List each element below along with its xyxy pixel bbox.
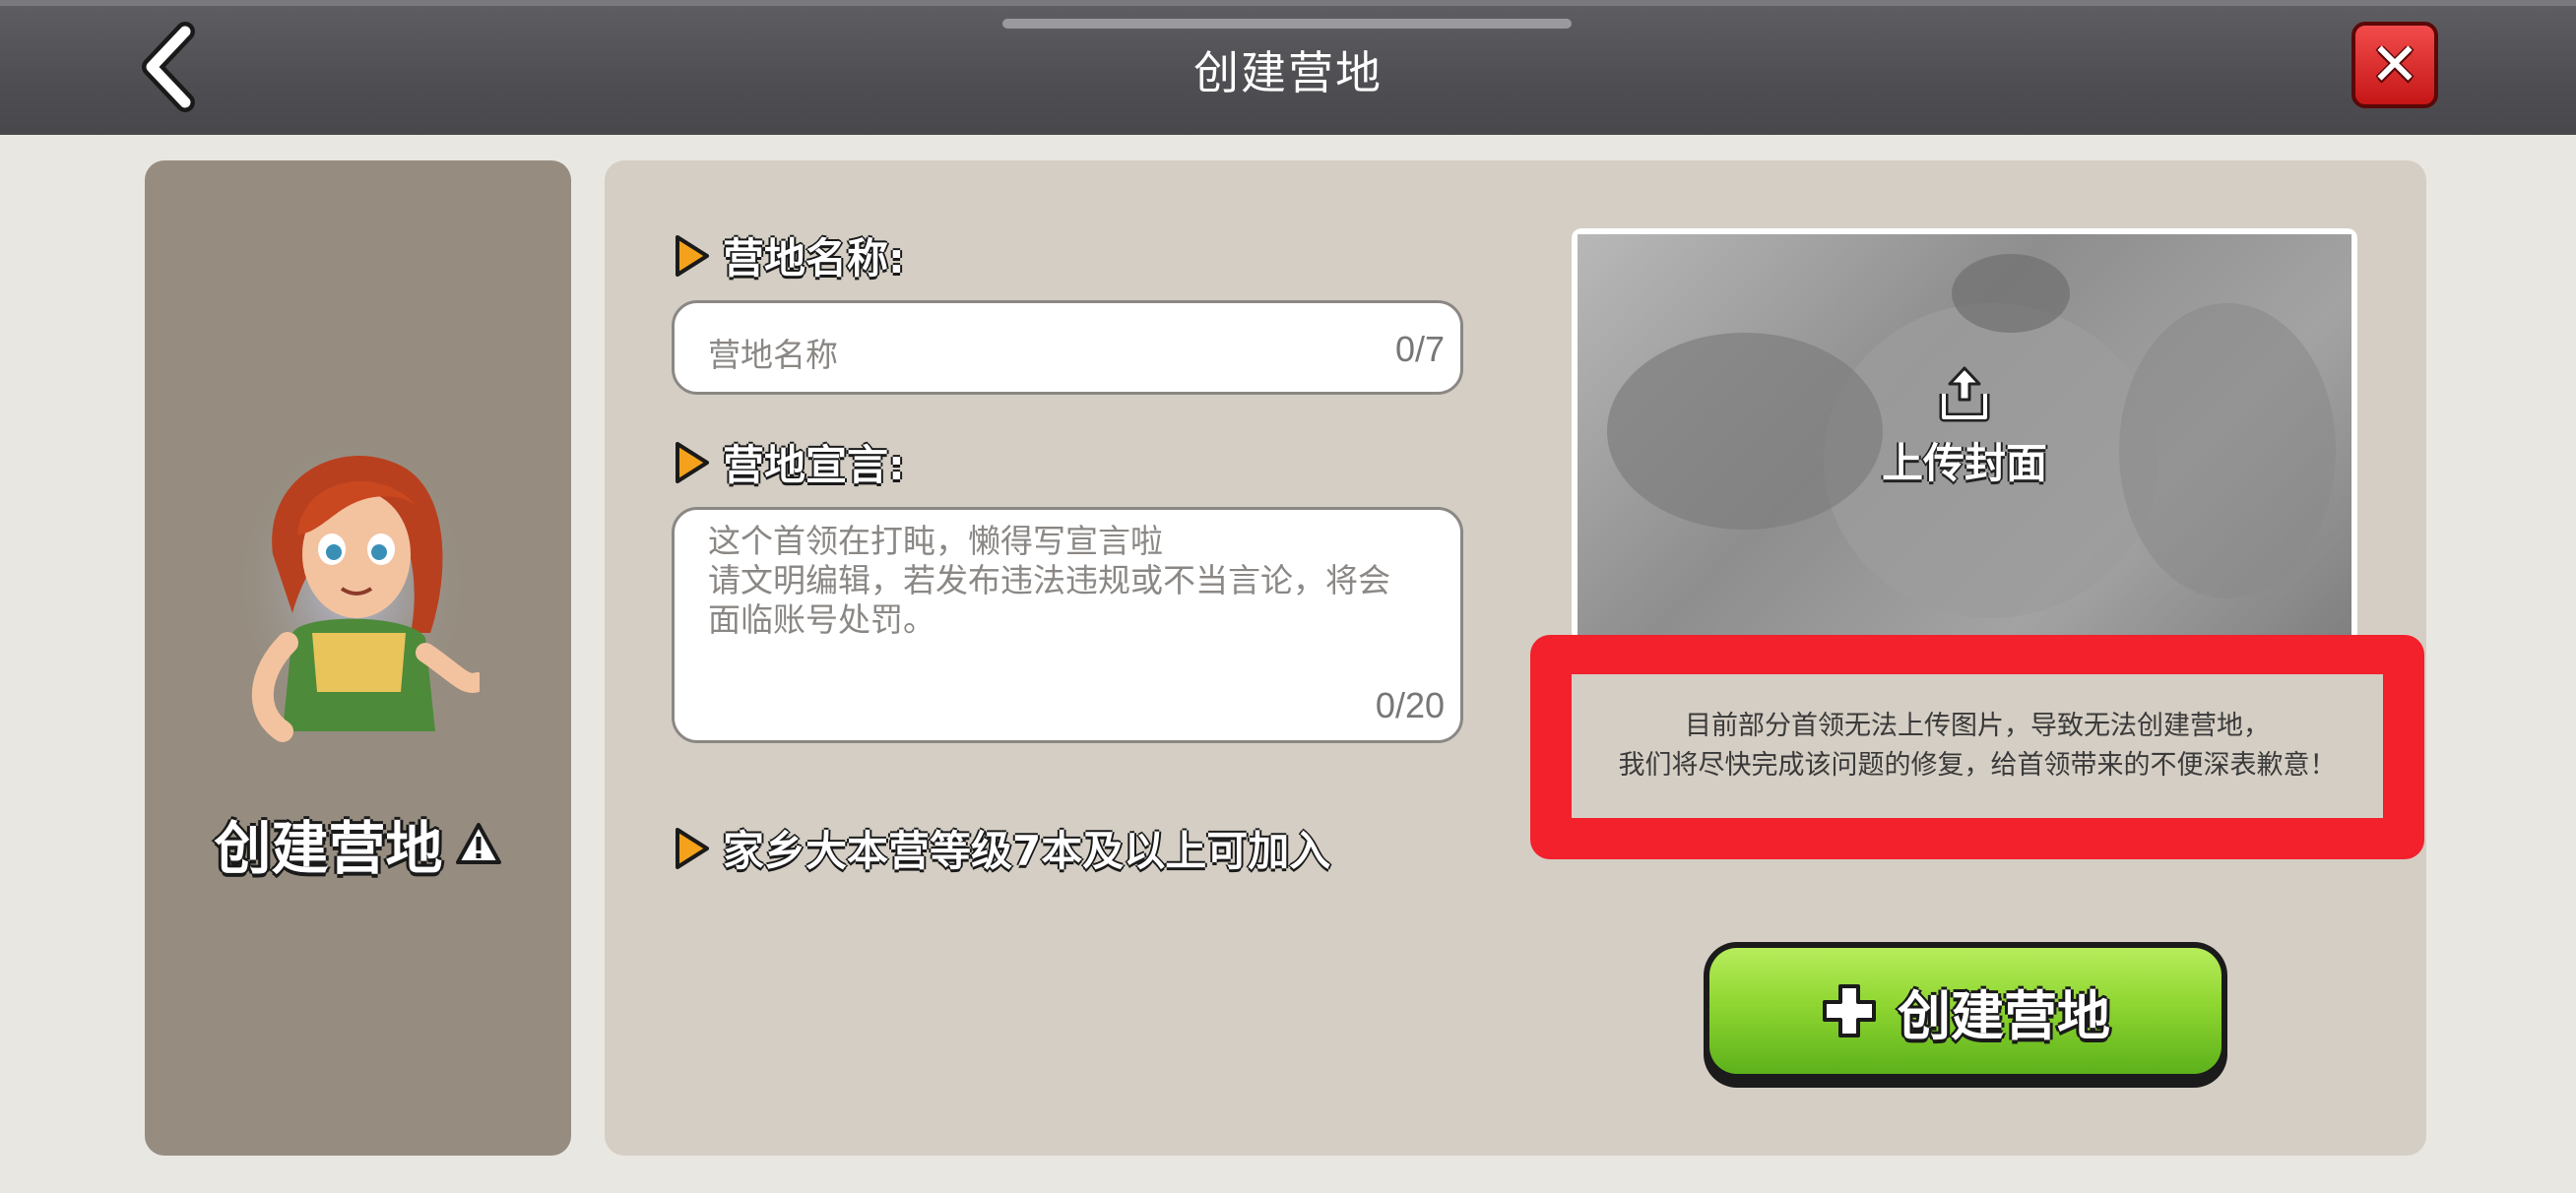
- orange-arrow-icon: [676, 234, 709, 277]
- create-camp-button-face: 创建营地: [1709, 948, 2222, 1074]
- close-button[interactable]: ✕: [2351, 22, 2438, 108]
- top-bar: 创建营地 ✕: [0, 0, 2576, 135]
- placeholder-line: 面临账号处罚。: [708, 600, 935, 639]
- notice-box: 目前部分首领无法上传图片，导致无法创建营地， 我们将尽快完成该问题的修复，给首领…: [1572, 674, 2383, 818]
- page-title: 创建营地: [1193, 46, 1383, 99]
- camp-declaration-label: 营地宣言:: [672, 432, 905, 492]
- left-panel-title: 创建营地: [145, 802, 571, 885]
- plus-icon: [1823, 984, 1876, 1037]
- upload-cover-area[interactable]: 上传封面: [1572, 228, 2357, 642]
- upload-icon: [1939, 366, 1990, 422]
- upload-cover-label: 上传封面: [1881, 439, 2047, 487]
- camp-declaration-placeholder: 这个首领在打盹，懒得写宣言啦 请文明编辑，若发布违法违规或不当言论，将会 面临账…: [708, 522, 1421, 640]
- notice-highlight-frame: 目前部分首领无法上传图片，导致无法创建营地， 我们将尽快完成该问题的修复，给首领…: [1530, 635, 2424, 859]
- camp-name-input[interactable]: 营地名称 0/7: [672, 300, 1463, 395]
- camp-declaration-textarea[interactable]: 这个首领在打盹，懒得写宣言啦 请文明编辑，若发布违法违规或不当言论，将会 面临账…: [672, 507, 1463, 743]
- close-icon: ✕: [2369, 31, 2420, 99]
- create-camp-button[interactable]: 创建营地: [1704, 942, 2227, 1088]
- requirement-label-text: 家乡大本营等级7本及以上可加入: [723, 827, 1331, 875]
- notice-line: 我们将尽快完成该问题的修复，给首领带来的不便深表歉意！: [1618, 750, 2337, 781]
- camp-name-char-count: 0/7: [1394, 329, 1445, 369]
- camp-declaration-label-text: 营地宣言:: [723, 441, 905, 489]
- placeholder-line: 请文明编辑，若发布违法违规或不当言论，将会: [708, 561, 1390, 599]
- villager-avatar: [233, 436, 480, 742]
- left-panel-title-text: 创建营地: [214, 815, 443, 882]
- requirement-label: 家乡大本营等级7本及以上可加入: [672, 818, 1330, 878]
- header-top-line: [0, 0, 2576, 6]
- left-panel: 创建营地: [145, 160, 571, 1156]
- placeholder-line: 这个首领在打盹，懒得写宣言啦: [708, 522, 1163, 560]
- notice-line: 目前部分首领无法上传图片，导致无法创建营地，: [1685, 711, 2270, 741]
- camp-name-label: 营地名称:: [672, 225, 905, 285]
- create-camp-button-label: 创建营地: [1898, 984, 2110, 1047]
- warning-triangle-icon[interactable]: [455, 822, 502, 865]
- orange-arrow-icon: [676, 827, 709, 869]
- camp-name-placeholder: 营地名称: [708, 336, 838, 374]
- camp-declaration-char-count: 0/20: [1375, 685, 1445, 725]
- camp-name-label-text: 营地名称:: [723, 234, 905, 283]
- orange-arrow-icon: [676, 441, 709, 483]
- drag-handle[interactable]: [1002, 19, 1572, 29]
